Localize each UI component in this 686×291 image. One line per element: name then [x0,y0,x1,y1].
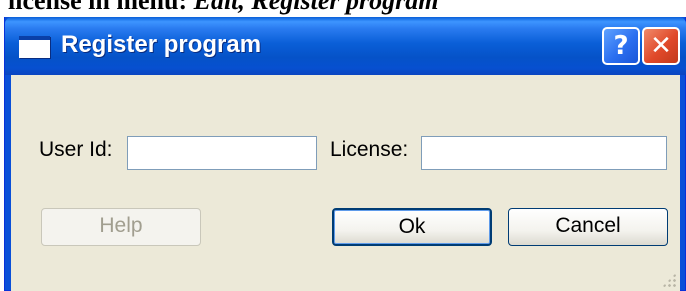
title-bar[interactable]: Register program ? ✕ [5,17,686,75]
document-caption: license in menu: Edit, Register program [8,0,438,16]
license-input[interactable] [421,136,667,170]
help-button-label: Help [99,214,143,237]
help-caption-button[interactable]: ? [602,27,640,65]
window-title: Register program [61,31,262,58]
window-icon [19,36,50,58]
license-label: License: [330,138,409,161]
cancel-button[interactable]: Cancel [508,208,668,246]
close-button[interactable]: ✕ [642,27,680,65]
ok-button[interactable]: Ok [332,208,492,246]
cancel-button-label: Cancel [555,214,621,237]
caption-prefix: license in menu: [8,0,194,15]
dialog-client-area: User Id: License: Help Ok Cancel [11,75,680,291]
caption-emphasis: Edit, Register program [193,0,439,15]
user-id-label: User Id: [39,138,113,161]
ok-button-label: Ok [398,215,426,238]
resize-grip[interactable] [662,273,676,287]
user-id-input[interactable] [127,136,317,170]
help-button: Help [41,208,201,246]
register-dialog: Register program ? ✕ User Id: License: H… [4,17,686,291]
